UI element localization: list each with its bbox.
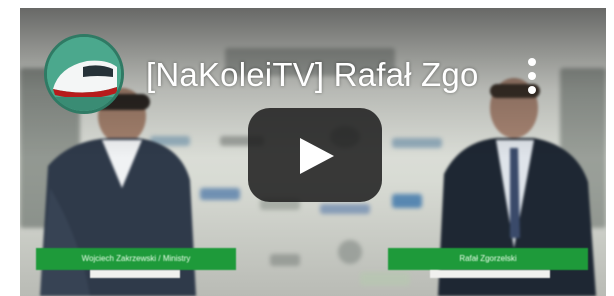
lower-third-left-subtitle [90,270,180,278]
lower-third-right-subtitle [430,270,550,278]
play-icon [300,138,334,174]
lower-third-right-name: Rafał Zgorzelski [388,248,588,270]
more-vert-icon[interactable] [520,56,544,96]
train-icon [47,37,121,111]
play-button[interactable] [248,108,382,202]
video-title[interactable]: [NaKoleiTV] Rafał Zgo [146,56,496,100]
channel-avatar[interactable] [44,34,124,114]
video-player[interactable]: Wojciech Zakrzewski / Ministry Rafał Zgo… [20,8,606,296]
lower-third-left-name: Wojciech Zakrzewski / Ministry [36,248,236,270]
